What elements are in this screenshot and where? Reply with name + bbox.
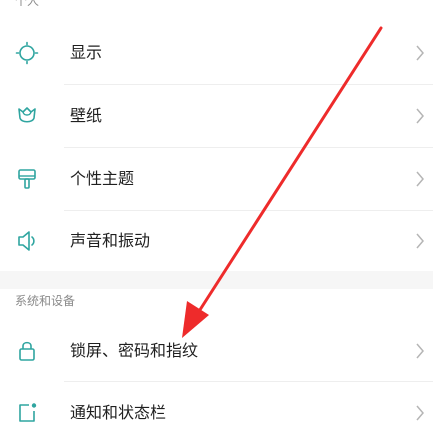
speaker-icon bbox=[18, 231, 35, 251]
sun-icon bbox=[15, 41, 39, 65]
chevron-right-icon bbox=[416, 405, 424, 421]
section-header-system-devices: 系统和设备 bbox=[15, 294, 76, 308]
section-gap bbox=[0, 271, 433, 289]
notification-icon bbox=[19, 403, 37, 422]
settings-item-notifications-statusbar[interactable]: 通知和状态栏 bbox=[0, 382, 433, 444]
settings-item-label: 显示 bbox=[70, 43, 103, 62]
settings-item-sound-vibration[interactable]: 声音和振动 bbox=[0, 210, 433, 272]
settings-item-label: 通知和状态栏 bbox=[70, 403, 167, 422]
settings-item-lockscreen-password-fingerprint[interactable]: 锁屏、密码和指纹 bbox=[0, 320, 433, 382]
settings-item-label: 声音和振动 bbox=[70, 231, 151, 250]
settings-item-themes[interactable]: 个性主题 bbox=[0, 148, 433, 210]
settings-item-display[interactable]: 显示 bbox=[0, 22, 433, 84]
chevron-right-icon bbox=[416, 343, 424, 359]
chevron-right-icon bbox=[416, 171, 424, 187]
settings-item-wallpaper[interactable]: 壁纸 bbox=[0, 85, 433, 147]
settings-item-label: 壁纸 bbox=[70, 106, 103, 125]
chevron-right-icon bbox=[416, 108, 424, 124]
chevron-right-icon bbox=[416, 45, 424, 61]
chevron-right-icon bbox=[416, 233, 424, 249]
paint-brush-icon bbox=[18, 169, 36, 189]
lock-icon bbox=[19, 341, 35, 361]
tulip-icon bbox=[18, 107, 36, 123]
settings-item-label: 锁屏、密码和指纹 bbox=[70, 341, 199, 360]
settings-item-label: 个性主题 bbox=[70, 169, 135, 188]
section-header-personal: 个人 bbox=[15, 0, 40, 8]
